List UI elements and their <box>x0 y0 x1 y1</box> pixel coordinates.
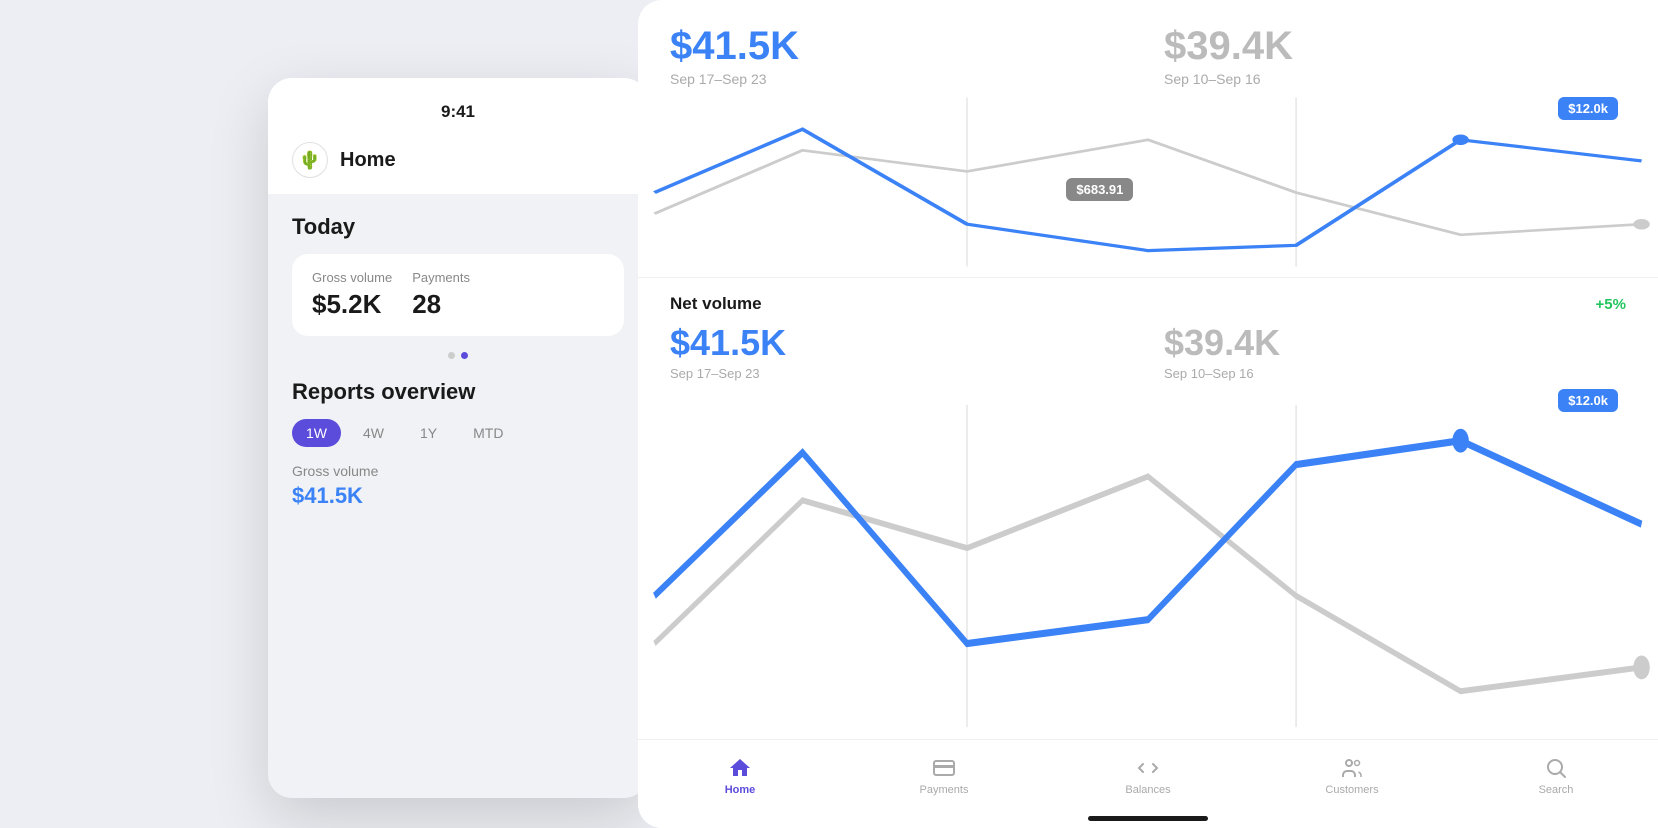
nav-title: Home <box>340 149 396 172</box>
bottom-chart-area: $12.0k <box>638 381 1658 739</box>
current-period-col: $41.5K Sep 17–Sep 23 <box>670 24 1132 87</box>
reports-overview-label: Reports overview <box>292 379 624 405</box>
mobile-nav-header: 🌵 Home <box>292 134 624 194</box>
current-date: Sep 17–Sep 23 <box>670 71 1132 87</box>
payments-value: 28 <box>412 289 441 319</box>
net-current-date: Sep 17–Sep 23 <box>670 366 1132 381</box>
current-value: $41.5K <box>670 24 1132 69</box>
dot-2 <box>461 352 468 359</box>
top-values-row: $41.5K Sep 17–Sep 23 $39.4K Sep 10–Sep 1… <box>638 0 1658 87</box>
tab-balances[interactable]: Balances <box>1046 752 1250 800</box>
tab-search-label: Search <box>1539 784 1574 796</box>
filter-4w[interactable]: 4W <box>349 419 398 447</box>
gross-volume-stat: Gross volume $5.2K <box>312 270 392 320</box>
top-chart-area: $12.0k $683.91 <box>638 87 1658 277</box>
previous-value: $39.4K <box>1164 24 1626 69</box>
time-filters: 1W 4W 1Y MTD <box>292 419 624 447</box>
home-indicator <box>638 808 1658 828</box>
net-previous-date: Sep 10–Sep 16 <box>1164 366 1626 381</box>
net-volume-section: Net volume +5% $41.5K Sep 17–Sep 23 $39.… <box>638 277 1658 381</box>
net-previous-value: $39.4K <box>1164 322 1626 364</box>
search-icon <box>1544 756 1568 780</box>
mobile-card: 9:41 🌵 Home Today Gross volume $5.2K Pay… <box>268 78 648 798</box>
main-panel: $41.5K Sep 17–Sep 23 $39.4K Sep 10–Sep 1… <box>638 0 1658 828</box>
tab-payments-label: Payments <box>920 784 969 796</box>
tab-customers[interactable]: Customers <box>1250 752 1454 800</box>
tab-home[interactable]: Home <box>638 752 842 800</box>
top-chart-svg <box>638 87 1658 277</box>
tooltip-blue-net: $12.0k <box>1558 389 1618 412</box>
net-volume-change: +5% <box>1596 296 1626 313</box>
customers-icon <box>1340 756 1364 780</box>
today-label: Today <box>292 214 624 240</box>
payments-label: Payments <box>412 270 470 285</box>
previous-period-col: $39.4K Sep 10–Sep 16 <box>1164 24 1626 87</box>
tab-customers-label: Customers <box>1325 784 1378 796</box>
tooltip-gray-top: $683.91 <box>1066 178 1133 201</box>
mobile-content: Today Gross volume $5.2K Payments 28 Rep… <box>268 194 648 529</box>
previous-date: Sep 10–Sep 16 <box>1164 71 1626 87</box>
home-icon <box>728 756 752 780</box>
tab-search[interactable]: Search <box>1454 752 1658 800</box>
app-icon: 🌵 <box>292 142 328 178</box>
balances-icon <box>1136 756 1160 780</box>
net-volume-header: Net volume +5% <box>670 294 1626 314</box>
net-current-col: $41.5K Sep 17–Sep 23 <box>670 322 1132 381</box>
filter-1y[interactable]: 1Y <box>406 419 451 447</box>
bottom-chart-svg <box>638 381 1658 739</box>
tab-home-label: Home <box>725 784 756 796</box>
home-bar <box>1088 816 1208 821</box>
net-current-value: $41.5K <box>670 322 1132 364</box>
gross-volume-label: Gross volume <box>312 270 392 285</box>
payments-icon <box>932 756 956 780</box>
mobile-header: 9:41 🌵 Home <box>268 78 648 194</box>
gross-volume-label2: Gross volume <box>292 463 624 479</box>
filter-1w[interactable]: 1W <box>292 419 341 447</box>
tab-balances-label: Balances <box>1125 784 1170 796</box>
dot-1 <box>448 352 455 359</box>
net-volume-label: Net volume <box>670 294 762 314</box>
tooltip-blue-top: $12.0k <box>1558 97 1618 120</box>
net-previous-col: $39.4K Sep 10–Sep 16 <box>1164 322 1626 381</box>
stats-card: Gross volume $5.2K Payments 28 <box>292 254 624 336</box>
gross-volume-value2: $41.5K <box>292 483 624 509</box>
mobile-time: 9:41 <box>292 94 624 134</box>
gross-volume-value: $5.2K <box>312 289 381 319</box>
filter-mtd[interactable]: MTD <box>459 419 517 447</box>
net-volume-values-row: $41.5K Sep 17–Sep 23 $39.4K Sep 10–Sep 1… <box>670 322 1626 381</box>
tab-bar: Home Payments Balances Customers <box>638 739 1658 808</box>
pagination-dots <box>292 352 624 359</box>
tab-payments[interactable]: Payments <box>842 752 1046 800</box>
payments-stat: Payments 28 <box>412 270 470 320</box>
